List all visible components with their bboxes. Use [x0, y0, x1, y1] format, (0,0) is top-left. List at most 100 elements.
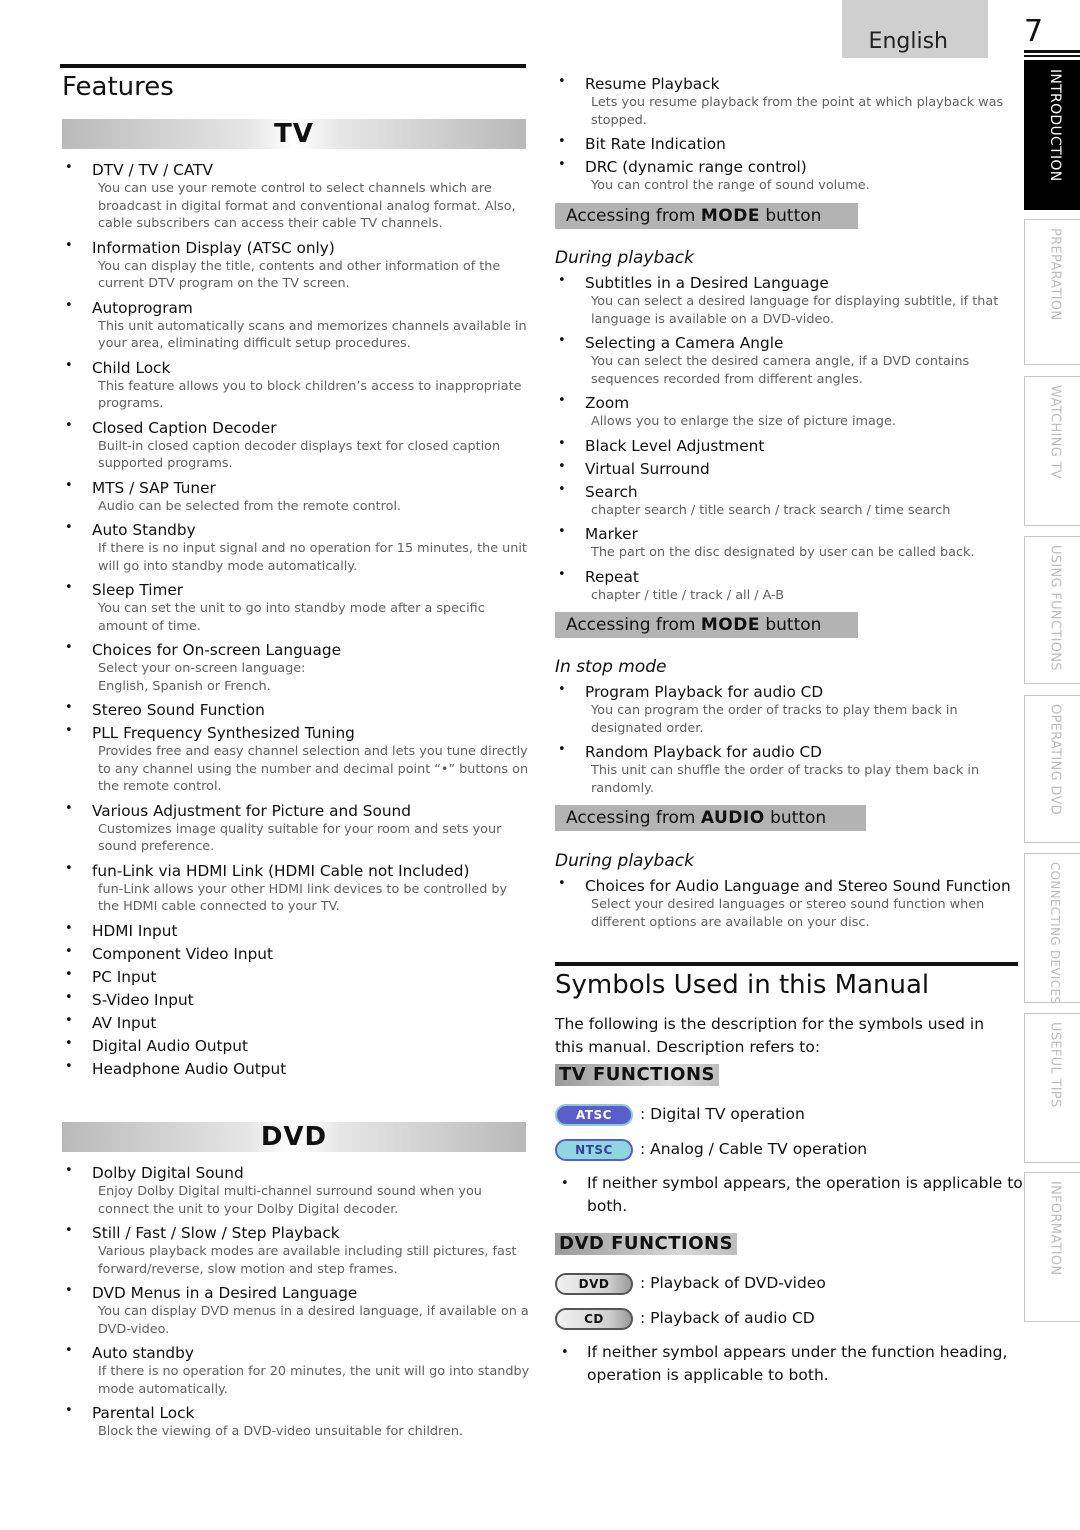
side-tab-watching-tv[interactable]: WATCHING TV [1024, 376, 1080, 526]
side-tab-preparation[interactable]: PREPARATION [1024, 219, 1080, 365]
audio-feature-list: Choices for Audio Language and Stereo So… [555, 876, 1020, 936]
feature-desc: Enjoy Dolby Digital multi-channel surrou… [98, 1184, 482, 1217]
mode-key-label: MODE [700, 206, 760, 226]
tv-functions-heading: TV FUNCTIONS [555, 1064, 719, 1086]
list-item: Component Video Input [62, 944, 532, 964]
feature-desc: Customizes image quality suitable for yo… [98, 821, 502, 855]
feature-desc: You can program the order of tracks to p… [591, 703, 958, 736]
feature-title: Digital Audio Output [92, 1036, 248, 1055]
feature-desc: Provides free and easy channel selection… [98, 744, 529, 794]
feature-title: Still / Fast / Slow / Step Playback [92, 1224, 340, 1242]
bar-suffix: button [759, 206, 822, 226]
feature-title: Closed Caption Decoder [92, 418, 277, 437]
bar-prefix: Accessing from [566, 808, 701, 828]
feature-desc: You can control the range of sound volum… [591, 178, 870, 193]
list-item: Closed Caption DecoderBuilt-in closed ca… [62, 418, 532, 473]
feature-title: Repeat [585, 567, 639, 586]
feature-desc: You can display DVD menus in a desired l… [98, 1304, 529, 1337]
page-number-rule-thin [1024, 55, 1080, 57]
feature-desc-line2: English, Spanish or French. [98, 678, 271, 694]
feature-title: Headphone Audio Output [92, 1059, 287, 1078]
feature-desc: chapter / title / track / all / A-B [591, 587, 785, 603]
tv-section-label: TV [274, 119, 314, 149]
during-playback-heading-2: During playback [555, 851, 694, 871]
feature-title: Selecting a Camera Angle [585, 334, 784, 352]
list-item: Various Adjustment for Picture and Sound… [62, 801, 532, 856]
feature-title: Choices for On-screen Language [92, 641, 341, 659]
list-item: HDMI Input [62, 921, 532, 941]
during-playback-heading: During playback [555, 248, 694, 268]
list-item: Zoom Allows you to enlarge the size of pi… [555, 393, 1015, 431]
dvd-functions-heading: DVD FUNCTIONS [555, 1233, 738, 1255]
side-tab-connecting-devices[interactable]: CONNECTING DEVICES [1024, 853, 1080, 1004]
list-item: Information Display (ATSC only)You can d… [62, 238, 532, 293]
tv-section-band: TV [62, 119, 526, 149]
list-item: Choices for Audio Language and Stereo So… [555, 876, 1020, 931]
list-item: Auto Standby If there is no input signal … [62, 520, 532, 575]
list-item: AV Input [62, 1013, 532, 1033]
atsc-badge: ATSC [555, 1104, 633, 1126]
ntsc-badge: NTSC [555, 1139, 633, 1161]
list-item: Bit Rate Indication [555, 134, 1015, 154]
feature-title: MTS / SAP Tuner [92, 478, 216, 497]
list-item: Child LockThis feature allows you to blo… [62, 358, 532, 413]
list-item: S-Video Input [62, 990, 532, 1010]
feature-desc: This unit automatically scans and memori… [98, 318, 527, 352]
feature-title: fun-Link via HDMI Link (HDMI Cable not I… [92, 861, 532, 881]
feature-title-extra: (ATSC only) [241, 238, 335, 257]
feature-desc: Audio can be selected from the remote co… [98, 498, 402, 514]
list-item: Digital Audio Output [62, 1036, 532, 1056]
audio-key-label: AUDIO [700, 808, 765, 828]
language-tab[interactable]: English [842, 0, 988, 58]
list-item: Program Playback for audio CD You can pro… [555, 682, 1015, 737]
feature-title: AV Input [92, 1013, 157, 1032]
side-tab-introduction[interactable]: INTRODUCTION [1024, 60, 1080, 210]
feature-desc: Allows you to enlarge the size of pictur… [591, 414, 896, 429]
list-item: Marker The part on the disc designated by… [555, 524, 1015, 562]
list-item: PLL Frequency Synthesized Tuning Provides… [62, 723, 532, 796]
feature-title: Parental Lock [92, 1404, 195, 1422]
symbols-title: Symbols Used in this Manual [555, 970, 930, 1000]
features-title: Features [62, 72, 174, 102]
feature-title: DTV / TV / CATV [92, 161, 213, 179]
side-tab-label: WATCHING TV [1047, 385, 1062, 479]
side-tab-using-functions[interactable]: USING FUNCTIONS [1024, 536, 1080, 684]
feature-title: DRC (dynamic range control) [585, 158, 807, 176]
symbols-intro: The following is the description for the… [555, 1015, 985, 1056]
bar-suffix: button [764, 808, 827, 828]
dvd-description: : Playback of DVD-video [640, 1274, 826, 1292]
list-item: Black Level Adjustment [555, 436, 1015, 456]
section-rule [555, 962, 1018, 966]
list-item: Headphone Audio Output [62, 1059, 532, 1079]
stop-mode-heading: In stop mode [555, 657, 667, 677]
feature-desc: This unit can shuffle the order of track… [591, 763, 980, 796]
side-tab-operating-dvd[interactable]: OPERATING DVD [1024, 695, 1080, 843]
feature-desc: You can use your remote control to selec… [98, 181, 516, 231]
side-tab-useful-tips[interactable]: USEFUL TIPS [1024, 1013, 1080, 1163]
list-item: Subtitles in a Desired Language You can s… [555, 273, 1015, 328]
mode-key-label: MODE [700, 615, 760, 635]
feature-title: Marker [585, 525, 638, 543]
section-rule [60, 64, 526, 68]
bar-prefix: Accessing from [566, 615, 701, 635]
bar-prefix: Accessing from [566, 206, 701, 226]
list-item: fun-Link via HDMI Link (HDMI Cable not I… [62, 861, 532, 916]
feature-desc: If there is no input signal and no opera… [98, 541, 527, 574]
side-tab-label: USEFUL TIPS [1047, 1022, 1062, 1108]
page-number: 7 [1024, 14, 1044, 49]
mode-feature-list: Subtitles in a Desired Language You can s… [555, 273, 1015, 609]
feature-title: Sleep Timer [92, 581, 184, 599]
feature-title-extra: (HDMI Cable not Included) [263, 861, 470, 880]
list-item: Selecting a Camera Angle You can select t… [555, 333, 1015, 388]
list-item: Parental Lock Block the viewing of a DVD-… [62, 1403, 532, 1441]
list-item: Auto standby If there is no operation for… [62, 1343, 532, 1398]
list-item: Still / Fast / Slow / Step Playback Vario… [62, 1223, 532, 1278]
feature-title: Child Lock [92, 358, 171, 377]
feature-desc: Select your on-screen language: [98, 661, 306, 676]
tv-feature-list: DTV / TV / CATV You can use your remote c… [62, 160, 532, 1082]
feature-title: Various Adjustment for Picture and Sound [92, 801, 411, 820]
feature-title: Bit Rate Indication [585, 135, 726, 153]
list-item: MTS / SAP TunerAudio can be selected fro… [62, 478, 532, 516]
feature-title: Zoom [585, 394, 630, 412]
feature-desc: You can select a desired language for di… [591, 294, 999, 327]
